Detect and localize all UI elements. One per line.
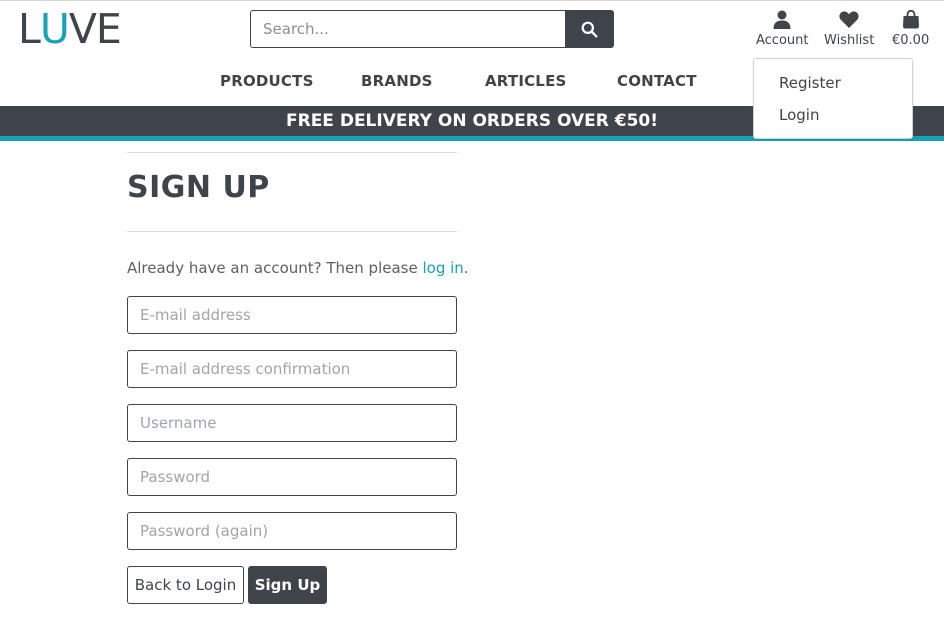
email-confirm-field[interactable]: [127, 350, 457, 388]
login-prompt-text: Already have an account? Then please: [127, 259, 423, 277]
cart-total: €0.00: [892, 33, 930, 48]
wishlist-link[interactable]: Wishlist: [824, 10, 874, 48]
top-border: [0, 0, 944, 1]
logo-letter-l: L: [18, 5, 41, 53]
username-field[interactable]: [127, 404, 457, 442]
user-icon: [773, 10, 791, 29]
logo-letter-u: U: [39, 5, 70, 53]
password-again-field[interactable]: [127, 512, 457, 550]
heart-icon: [839, 11, 859, 28]
nav-articles[interactable]: ARTICLES: [485, 72, 567, 92]
email-field[interactable]: [127, 296, 457, 334]
menu-item-login[interactable]: Login: [779, 106, 819, 124]
wishlist-label: Wishlist: [824, 33, 875, 48]
divider-bottom: [127, 231, 457, 232]
logo-letters-ve: VE: [68, 5, 122, 53]
password-field[interactable]: [127, 458, 457, 496]
login-link[interactable]: log in: [422, 259, 463, 277]
search-input[interactable]: [250, 10, 565, 48]
nav-products[interactable]: PRODUCTS: [220, 72, 314, 92]
search-bar: [250, 10, 614, 48]
nav-brands[interactable]: BRANDS: [361, 72, 433, 92]
back-to-login-button[interactable]: Back to Login: [127, 566, 244, 604]
site-logo[interactable]: L U VE: [18, 5, 122, 53]
login-prompt: Already have an account? Then please log…: [127, 259, 469, 277]
sign-up-button[interactable]: Sign Up: [248, 566, 327, 604]
menu-item-register[interactable]: Register: [779, 74, 841, 92]
divider-top: [127, 152, 457, 153]
banner-text: FREE DELIVERY ON ORDERS OVER €50!: [285, 111, 659, 131]
search-button[interactable]: [565, 10, 614, 48]
nav-contact[interactable]: CONTACT: [617, 72, 697, 92]
page-title: SIGN UP: [127, 170, 270, 205]
account-dropdown-menu: Register Login: [753, 58, 913, 139]
shopping-bag-icon: [902, 10, 919, 29]
account-label: Account: [756, 33, 809, 48]
search-icon: [581, 21, 598, 37]
cart-link[interactable]: €0.00: [892, 10, 929, 48]
account-link[interactable]: Account: [756, 10, 809, 48]
login-prompt-suffix: .: [463, 259, 469, 277]
